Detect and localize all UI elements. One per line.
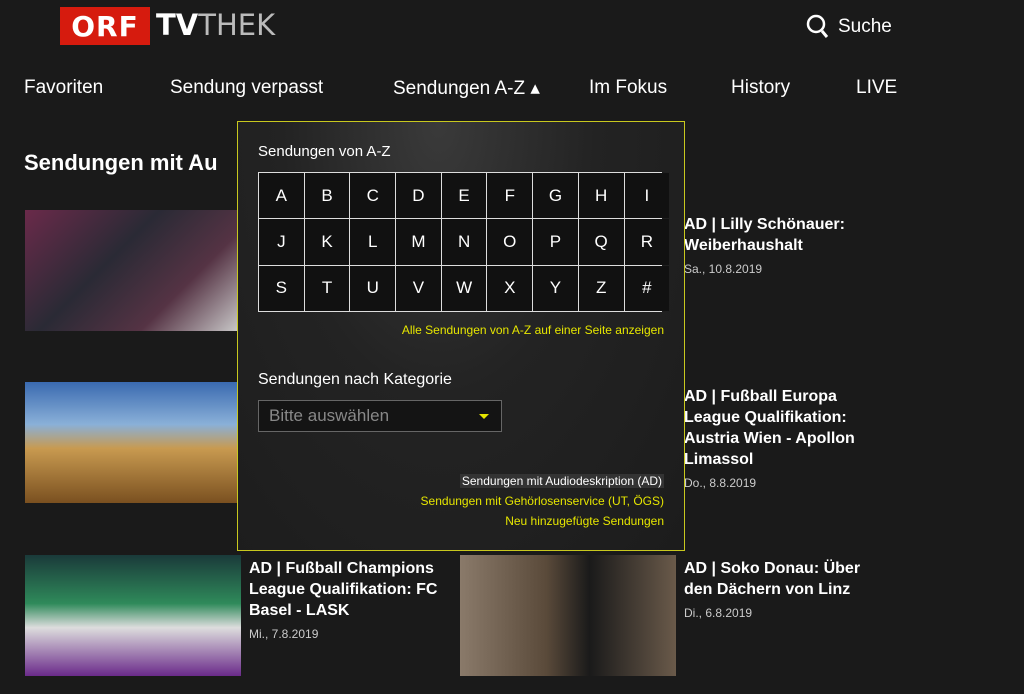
letter-t[interactable]: T	[304, 265, 350, 311]
search-label: Suche	[838, 16, 892, 37]
card-1[interactable]: AD | Lilly Schönauer: Weiberhaushalt Sa.,…	[684, 214, 884, 276]
nav-im-fokus[interactable]: Im Fokus	[589, 77, 667, 99]
search-icon	[806, 14, 829, 38]
letter-g[interactable]: G	[533, 173, 578, 219]
card-date: Mi., 7.8.2019	[249, 627, 319, 641]
letter-d[interactable]: D	[396, 173, 441, 219]
letter-s[interactable]: S	[259, 265, 304, 311]
orf-logo[interactable]: ORF	[60, 7, 150, 45]
thumbnail-5[interactable]	[460, 555, 676, 676]
letter-c[interactable]: C	[350, 173, 396, 219]
letter-hash[interactable]: #	[624, 265, 670, 311]
az-section-title: Sendungen von A-Z	[258, 143, 391, 160]
nav-live[interactable]: LIVE	[856, 77, 897, 99]
tvthek-logo[interactable]: TVTHEK	[156, 8, 275, 42]
letter-p[interactable]: P	[533, 219, 578, 265]
card-2[interactable]: AD | Fußball Europa League Qualifikation…	[684, 386, 884, 490]
letter-v[interactable]: V	[396, 265, 441, 311]
category-select[interactable]: Bitte auswählen	[258, 400, 502, 432]
nav-history[interactable]: History	[731, 77, 790, 99]
card-title[interactable]: AD | Lilly Schönauer: Weiberhaushalt	[684, 214, 884, 256]
card-title[interactable]: AD | Fußball Champions League Qualifikat…	[249, 558, 439, 621]
az-dropdown-menu: Sendungen von A-Z ABCDEFGHI JKLMNOPQR STUV…	[237, 121, 685, 551]
category-section-title: Sendungen nach Kategorie	[258, 371, 452, 388]
thumbnail-3[interactable]	[25, 382, 241, 503]
letter-f[interactable]: F	[487, 173, 533, 219]
audio-description-link-label: Sendungen mit Audiodeskription (AD)	[459, 474, 664, 488]
letter-h[interactable]: H	[578, 173, 624, 219]
letter-u[interactable]: U	[350, 265, 396, 311]
card-4[interactable]: AD | Soko Donau: Über den Dächern von Li…	[684, 558, 884, 620]
new-shows-link[interactable]: Neu hinzugefügte Sendungen	[505, 514, 664, 528]
letter-q[interactable]: Q	[578, 219, 624, 265]
letter-l[interactable]: L	[350, 219, 396, 265]
caret-down-icon	[479, 414, 489, 419]
letter-m[interactable]: M	[396, 219, 441, 265]
letter-i[interactable]: I	[624, 173, 670, 219]
card-date: Di., 6.8.2019	[684, 606, 753, 620]
letter-x[interactable]: X	[487, 265, 533, 311]
letter-e[interactable]: E	[441, 173, 487, 219]
search-button[interactable]: Suche	[806, 14, 892, 40]
card-title[interactable]: AD | Fußball Europa League Qualifikation…	[684, 386, 884, 470]
letter-n[interactable]: N	[441, 219, 487, 265]
letter-y[interactable]: Y	[533, 265, 578, 311]
all-shows-link[interactable]: Alle Sendungen von A-Z auf einer Seite a…	[402, 323, 664, 337]
nav-sendung-verpasst[interactable]: Sendung verpasst	[170, 77, 323, 99]
letter-w[interactable]: W	[441, 265, 487, 311]
thumbnail-1[interactable]	[25, 210, 241, 331]
card-title[interactable]: AD | Soko Donau: Über den Dächern von Li…	[684, 558, 884, 600]
letter-a[interactable]: A	[259, 173, 304, 219]
thumbnail-4[interactable]	[25, 555, 241, 676]
audio-description-link[interactable]: Sendungen mit Audiodeskription (AD)	[459, 474, 664, 488]
card-date: Do., 8.8.2019	[684, 476, 757, 490]
card-date: Sa., 10.8.2019	[684, 262, 763, 276]
card-3[interactable]: AD | Fußball Champions League Qualifikat…	[249, 558, 439, 641]
letter-k[interactable]: K	[304, 219, 350, 265]
letter-r[interactable]: R	[624, 219, 670, 265]
letter-grid: A B C D E F G H I J K L M N O P Q R S T U V W X Y Z #	[258, 172, 670, 312]
logo-tv: TV	[156, 8, 199, 42]
select-placeholder: Bitte auswählen	[269, 406, 390, 425]
nav-sendungen-az[interactable]: Sendungen A-Z ▴	[393, 77, 540, 100]
sign-language-link[interactable]: Sendungen mit Gehörlosenservice (UT, ÖGS…	[421, 494, 664, 508]
logo-thek: THEK	[198, 8, 276, 42]
letter-j[interactable]: J	[259, 219, 304, 265]
letter-b[interactable]: B	[304, 173, 350, 219]
letter-o[interactable]: O	[487, 219, 533, 265]
nav-favoriten[interactable]: Favoriten	[24, 77, 103, 99]
page-title: Sendungen mit Au	[24, 150, 218, 175]
letter-z[interactable]: Z	[578, 265, 624, 311]
